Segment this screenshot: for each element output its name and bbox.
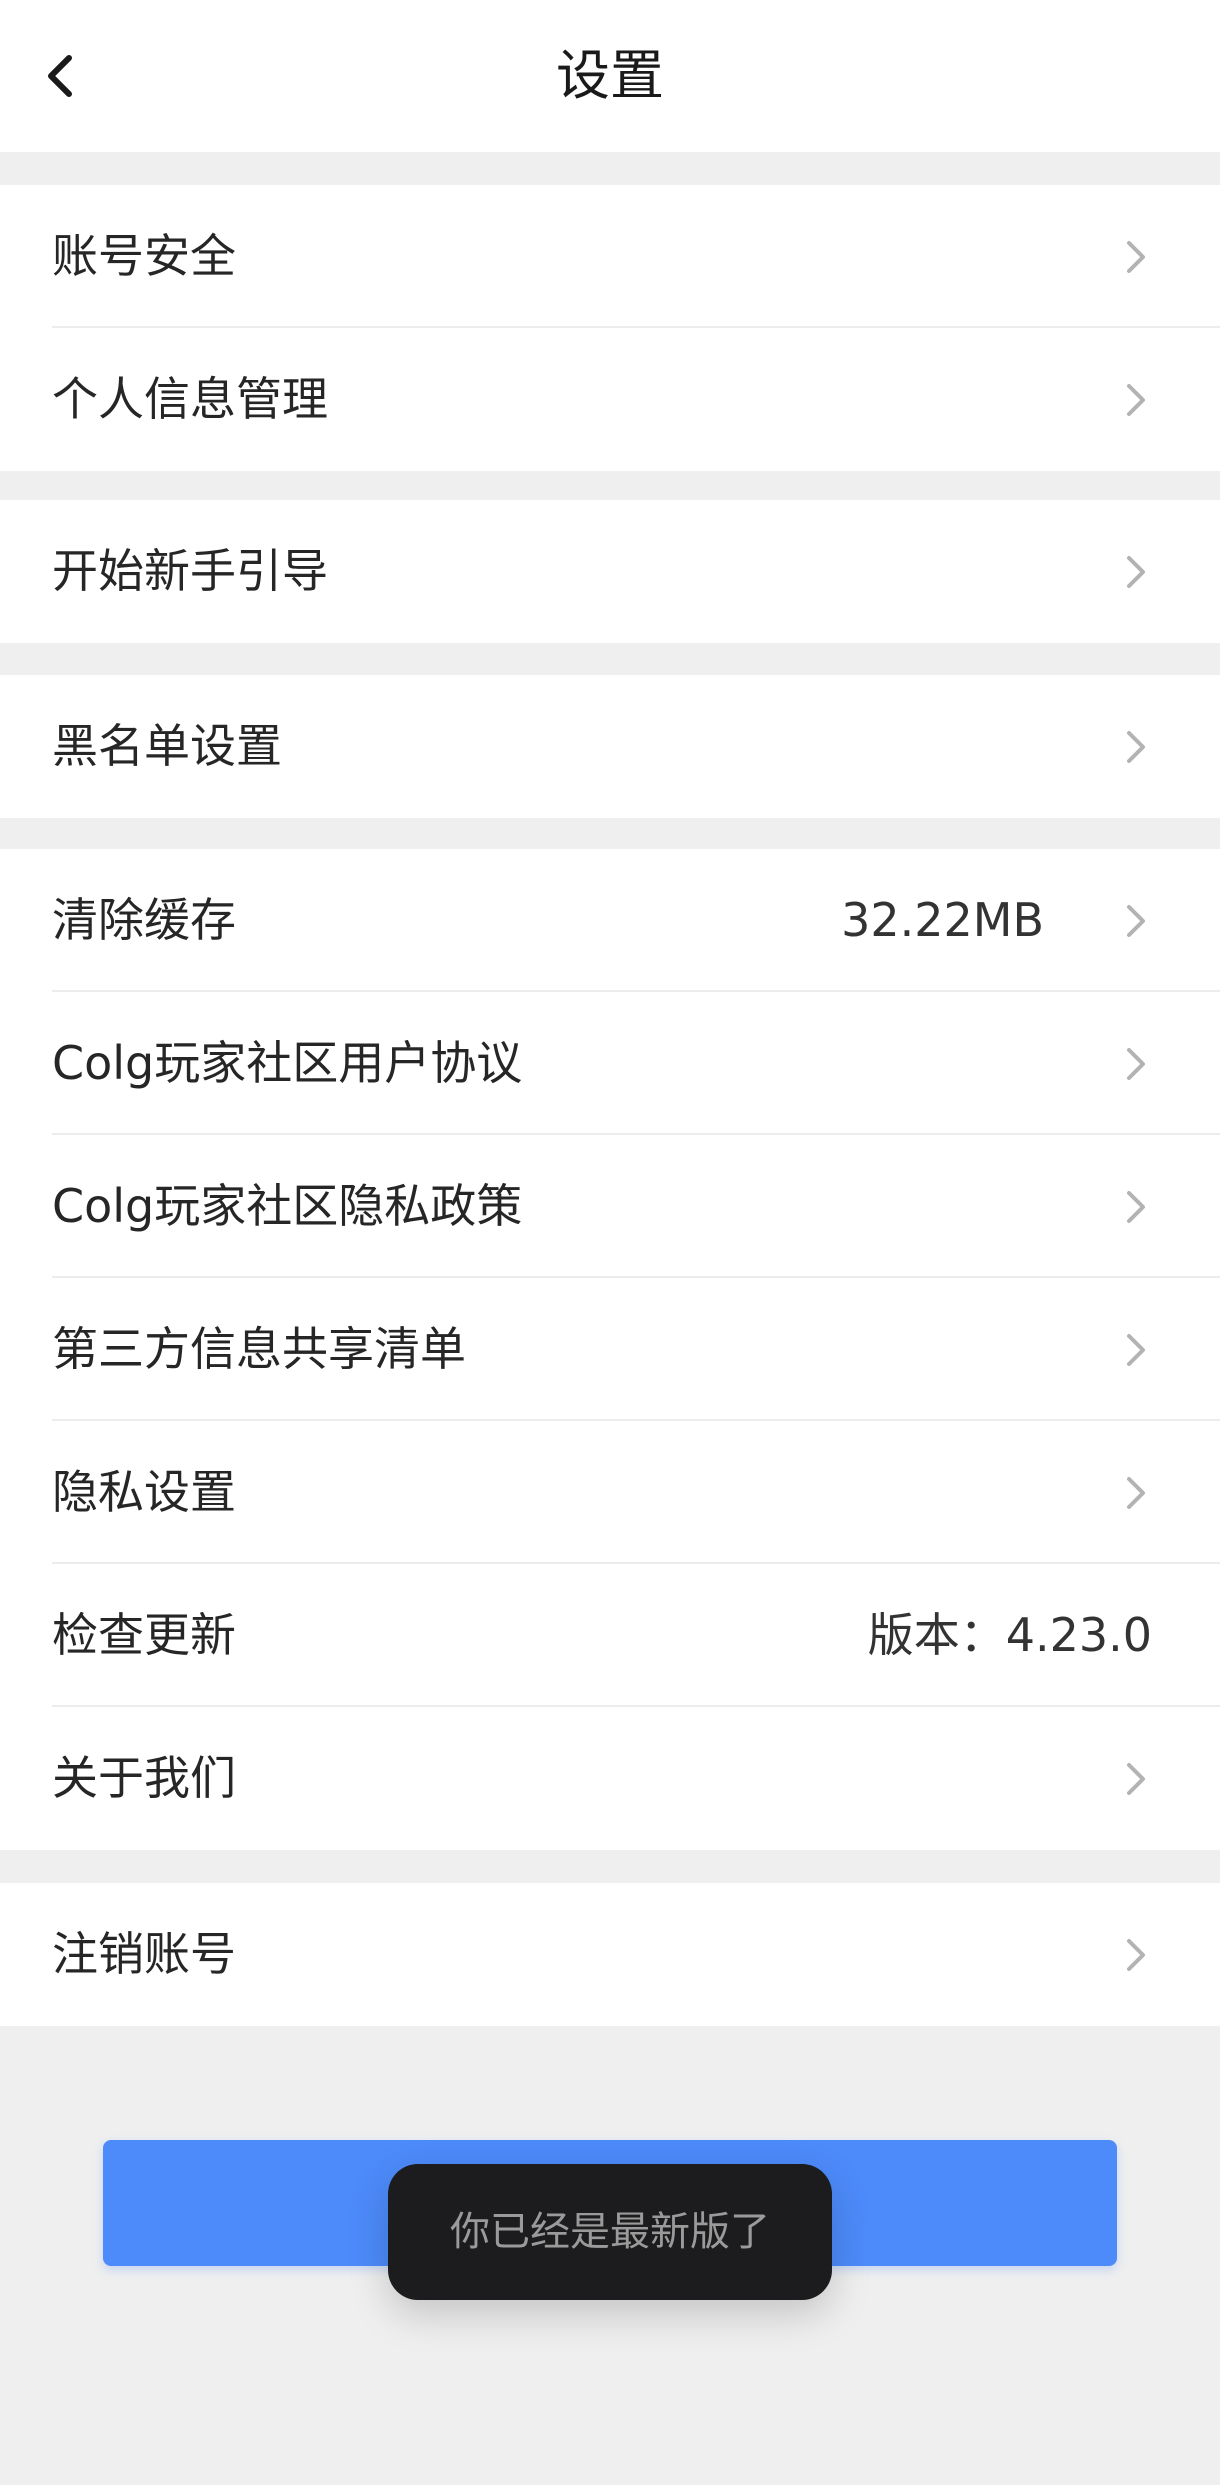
settings-item-label: Colg玩家社区用户协议 bbox=[52, 1036, 523, 1090]
settings-item-label: 检查更新 bbox=[52, 1608, 236, 1662]
settings-group-general: 清除缓存 32.22MB Colg玩家社区用户协议 Colg玩家社区隐私政策 第… bbox=[0, 849, 1220, 1850]
chevron-right-icon bbox=[1127, 1333, 1145, 1366]
settings-item-label: Colg玩家社区隐私政策 bbox=[52, 1179, 523, 1233]
chevron-right-icon bbox=[1127, 1190, 1145, 1223]
chevron-right-icon bbox=[1127, 1476, 1145, 1509]
chevron-right-icon bbox=[1127, 240, 1145, 273]
settings-item-label: 注销账号 bbox=[52, 1927, 236, 1981]
settings-item-beginner-guide[interactable]: 开始新手引导 bbox=[0, 500, 1220, 643]
settings-item-personal-info[interactable]: 个人信息管理 bbox=[0, 328, 1220, 471]
settings-item-check-update[interactable]: 检查更新 版本：4.23.0 bbox=[0, 1564, 1220, 1707]
toast-message: 你已经是最新版了 bbox=[388, 2164, 832, 2300]
version-value: 版本：4.23.0 bbox=[867, 1608, 1152, 1662]
settings-group-account: 账号安全 个人信息管理 bbox=[0, 185, 1220, 471]
cache-size-value: 32.22MB bbox=[841, 893, 1044, 947]
settings-item-third-party-sharing[interactable]: 第三方信息共享清单 bbox=[0, 1278, 1220, 1421]
settings-item-clear-cache[interactable]: 清除缓存 32.22MB bbox=[0, 849, 1220, 992]
settings-item-blacklist[interactable]: 黑名单设置 bbox=[0, 675, 1220, 818]
settings-group-guide: 开始新手引导 bbox=[0, 500, 1220, 643]
settings-item-label: 开始新手引导 bbox=[52, 544, 328, 598]
chevron-right-icon bbox=[1127, 383, 1145, 416]
chevron-right-icon bbox=[1127, 904, 1145, 937]
chevron-right-icon bbox=[1127, 1047, 1145, 1080]
settings-item-account-security[interactable]: 账号安全 bbox=[0, 185, 1220, 328]
settings-item-label: 隐私设置 bbox=[52, 1465, 236, 1519]
settings-group-blacklist: 黑名单设置 bbox=[0, 675, 1220, 818]
settings-group-delete-account: 注销账号 bbox=[0, 1883, 1220, 2026]
settings-item-privacy-policy[interactable]: Colg玩家社区隐私政策 bbox=[0, 1135, 1220, 1278]
settings-item-delete-account[interactable]: 注销账号 bbox=[0, 1883, 1220, 2026]
nav-bar: 设置 bbox=[0, 0, 1220, 152]
settings-item-label: 账号安全 bbox=[52, 229, 236, 283]
settings-item-label: 黑名单设置 bbox=[52, 719, 282, 773]
chevron-right-icon bbox=[1127, 1938, 1145, 1971]
page-title: 设置 bbox=[556, 44, 664, 107]
settings-item-label: 关于我们 bbox=[52, 1751, 236, 1805]
settings-item-user-agreement[interactable]: Colg玩家社区用户协议 bbox=[0, 992, 1220, 1135]
chevron-right-icon bbox=[1127, 555, 1145, 588]
settings-item-label: 清除缓存 bbox=[52, 893, 236, 947]
chevron-right-icon bbox=[1127, 1762, 1145, 1795]
chevron-right-icon bbox=[1127, 730, 1145, 763]
settings-item-privacy-settings[interactable]: 隐私设置 bbox=[0, 1421, 1220, 1564]
settings-item-about-us[interactable]: 关于我们 bbox=[0, 1707, 1220, 1850]
settings-item-label: 第三方信息共享清单 bbox=[52, 1322, 466, 1376]
settings-item-label: 个人信息管理 bbox=[52, 372, 328, 426]
